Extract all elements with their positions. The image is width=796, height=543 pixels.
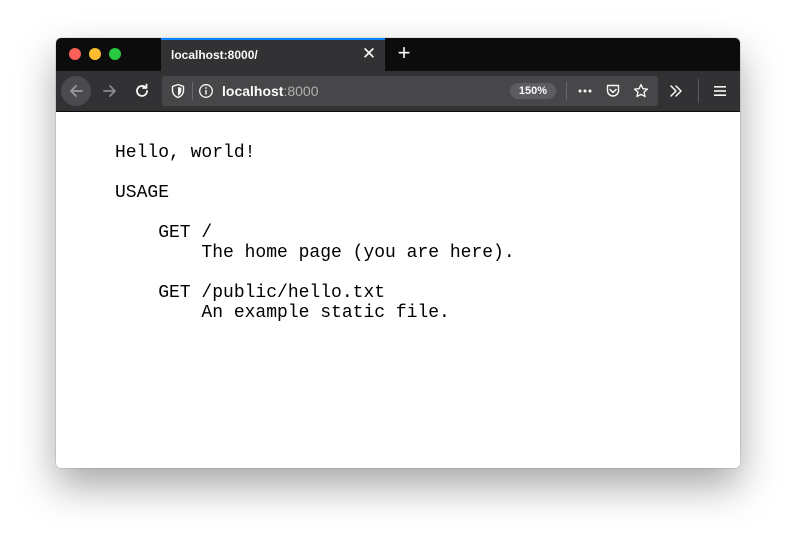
url-text[interactable]: localhost:8000 xyxy=(222,83,319,99)
address-bar-divider xyxy=(192,82,193,100)
address-bar-divider xyxy=(566,82,567,100)
arrow-right-icon xyxy=(103,85,116,97)
browser-tab[interactable]: localhost:8000/ ✕ xyxy=(161,38,385,71)
page-text: Hello, world! USAGE GET / The home page … xyxy=(115,143,515,323)
title-bar: localhost:8000/ ✕ + xyxy=(56,38,740,71)
toolbar-divider xyxy=(698,79,699,103)
text-line: USAGE xyxy=(115,183,170,203)
browser-window: localhost:8000/ ✕ + localhost:8000 150% … xyxy=(56,38,740,468)
pocket-icon[interactable] xyxy=(605,83,621,99)
page-content: Hello, world! USAGE GET / The home page … xyxy=(56,112,740,468)
url-port: :8000 xyxy=(283,83,319,99)
text-line: The home page (you are here). xyxy=(115,243,515,263)
forward-button[interactable] xyxy=(96,77,124,105)
bookmark-star-icon[interactable] xyxy=(633,83,649,99)
text-line: GET / xyxy=(115,223,213,243)
tab-title: localhost:8000/ xyxy=(171,48,258,62)
reload-button[interactable] xyxy=(128,77,156,105)
navigation-toolbar: localhost:8000 150% xyxy=(56,71,740,112)
text-line: GET /public/hello.txt xyxy=(115,283,386,303)
reload-icon xyxy=(136,83,148,97)
url-host: localhost xyxy=(222,83,284,99)
window-maximize-button[interactable] xyxy=(109,48,121,60)
address-bar[interactable]: localhost:8000 150% xyxy=(162,76,658,106)
back-button[interactable] xyxy=(61,76,91,106)
text-line: An example static file. xyxy=(115,303,450,323)
overflow-chevron-icon[interactable] xyxy=(668,83,684,104)
new-tab-button[interactable]: + xyxy=(393,41,415,65)
page-actions-more-icon[interactable] xyxy=(577,83,593,99)
tracking-protection-icon[interactable] xyxy=(170,83,186,104)
hamburger-menu-icon[interactable] xyxy=(712,83,728,104)
site-info-icon[interactable] xyxy=(198,83,214,104)
window-minimize-button[interactable] xyxy=(89,48,101,60)
zoom-level-badge[interactable]: 150% xyxy=(510,83,556,99)
tab-close-icon[interactable]: ✕ xyxy=(361,45,377,62)
arrow-left-icon xyxy=(70,85,83,97)
text-line: Hello, world! xyxy=(115,143,256,163)
window-close-button[interactable] xyxy=(69,48,81,60)
